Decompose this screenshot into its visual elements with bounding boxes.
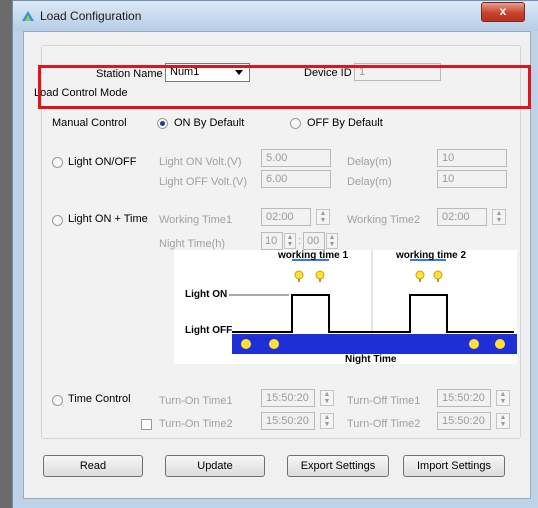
spin-up-icon[interactable]: ▲ [497,391,509,398]
night-hours-value: 10 [265,235,278,247]
turn-on-time1-value: 15:50:20 [266,392,309,404]
turn-on-time1-field[interactable]: 15:50:20 [261,389,315,407]
manual-control-highlight [38,65,531,109]
night-minutes-value: 00 [307,235,320,247]
spin-up-icon[interactable]: ▲ [493,210,505,217]
light-waveform [232,294,514,333]
timing-diagram-graphic [229,250,517,354]
close-button[interactable]: x [481,2,525,22]
delay-1-value: 10 [442,152,455,164]
turn-off-time1-label: Turn-Off Time1 [347,395,421,407]
turn-off-time1-field[interactable]: 15:50:20 [437,389,491,407]
night-time-diagram-label: Night Time [345,354,397,365]
light-on-volt-field[interactable]: 5.00 [261,149,331,167]
turn-on-time2-spinner[interactable]: ▲ ▼ [320,413,334,429]
timing-diagram: working time 1 working time 2 Light ON L… [174,250,517,365]
turn-off-time1-value: 15:50:20 [442,392,485,404]
sun-icon [495,339,505,349]
night-minutes-spinner[interactable]: ▲ ▼ [326,233,338,249]
light-on-volt-value: 5.00 [266,152,288,164]
working-time2-value: 02:00 [442,211,470,223]
delay-2-field[interactable]: 10 [437,170,507,188]
spin-up-icon[interactable]: ▲ [327,234,337,241]
night-hours-field[interactable]: 10 [261,232,283,250]
working-time1-label: Working Time1 [159,214,233,226]
turn-on-time2-label: Turn-On Time2 [159,418,233,430]
spin-up-icon[interactable]: ▲ [285,234,295,241]
time-separator: : [298,235,302,247]
spin-down-icon[interactable]: ▼ [285,241,295,248]
bulb-icon [415,270,425,282]
manual-control-label: Manual Control [52,117,127,129]
working-time1-spinner[interactable]: ▲ ▼ [316,209,330,225]
spin-up-icon[interactable]: ▲ [317,210,329,217]
app-icon [22,11,34,21]
light-on-volt-label: Light ON Volt.(V) [159,156,242,168]
working-time2-label: Working Time2 [347,214,421,226]
title-bar[interactable]: Load Configuration x [13,1,538,31]
spin-down-icon[interactable]: ▼ [493,217,505,224]
light-onoff-radio[interactable] [52,157,63,168]
off-by-default-label[interactable]: OFF By Default [307,117,383,129]
turn-on-time1-label: Turn-On Time1 [159,395,233,407]
night-minutes-field[interactable]: 00 [303,232,325,250]
on-by-default-label[interactable]: ON By Default [174,117,244,129]
bulb-icon [294,270,304,282]
working-time-1-label: working time 1 [278,250,349,261]
light-onoff-label[interactable]: Light ON/OFF [68,156,136,168]
working-time1-value: 02:00 [266,211,294,223]
delay-2-value: 10 [442,173,455,185]
spin-down-icon[interactable]: ▼ [327,241,337,248]
time2-enable-checkbox[interactable] [141,419,152,430]
night-hours-spinner[interactable]: ▲ ▼ [284,233,296,249]
light-off-volt-value: 6.00 [266,173,288,185]
delay-1-field[interactable]: 10 [437,149,507,167]
turn-off-time2-field[interactable]: 15:50:20 [437,412,491,430]
sun-icon [269,339,279,349]
on-by-default-radio[interactable] [157,118,168,129]
light-off-diagram-label: Light OFF [185,325,233,336]
working-time2-spinner[interactable]: ▲ ▼ [492,209,506,225]
turn-on-time2-field[interactable]: 15:50:20 [261,412,315,430]
sun-icon [469,339,479,349]
light-on-time-radio[interactable] [52,215,63,226]
working-time2-field[interactable]: 02:00 [437,208,487,226]
turn-off-time2-value: 15:50:20 [442,415,485,427]
bulb-icon [315,270,325,282]
working-time1-field[interactable]: 02:00 [261,208,311,226]
delay-1-label: Delay(m) [347,156,392,168]
turn-off-time1-spinner[interactable]: ▲ ▼ [496,390,510,406]
close-icon: x [499,4,507,18]
turn-off-time2-spinner[interactable]: ▲ ▼ [496,413,510,429]
load-configuration-window: Load Configuration x Station Name Num1 D… [12,0,538,508]
light-off-volt-label: Light OFF Volt.(V) [159,176,248,188]
spin-down-icon[interactable]: ▼ [321,398,333,405]
spin-down-icon[interactable]: ▼ [497,398,509,405]
spin-down-icon[interactable]: ▼ [321,421,333,428]
turn-off-time2-label: Turn-Off Time2 [347,418,421,430]
working-time-2-label: working time 2 [396,250,467,261]
time-control-label[interactable]: Time Control [68,393,131,405]
delay-2-label: Delay(m) [347,176,392,188]
light-off-volt-field[interactable]: 6.00 [261,170,331,188]
light-on-diagram-label: Light ON [185,289,228,300]
spin-up-icon[interactable]: ▲ [321,414,333,421]
import-settings-button[interactable]: Import Settings [403,455,505,477]
turn-on-time2-value: 15:50:20 [266,415,309,427]
light-on-time-label[interactable]: Light ON + Time [68,213,148,225]
spin-down-icon[interactable]: ▼ [317,217,329,224]
off-by-default-radio[interactable] [290,118,301,129]
export-settings-button[interactable]: Export Settings [287,455,389,477]
sun-icon [241,339,251,349]
update-button[interactable]: Update [165,455,265,477]
time-control-radio[interactable] [52,395,63,406]
spin-up-icon[interactable]: ▲ [321,391,333,398]
turn-on-time1-spinner[interactable]: ▲ ▼ [320,390,334,406]
night-time-label: Night Time(h) [159,238,226,250]
spin-up-icon[interactable]: ▲ [497,414,509,421]
bulb-icon [433,270,443,282]
window-title: Load Configuration [40,9,142,23]
spin-down-icon[interactable]: ▼ [497,421,509,428]
read-button[interactable]: Read [43,455,143,477]
